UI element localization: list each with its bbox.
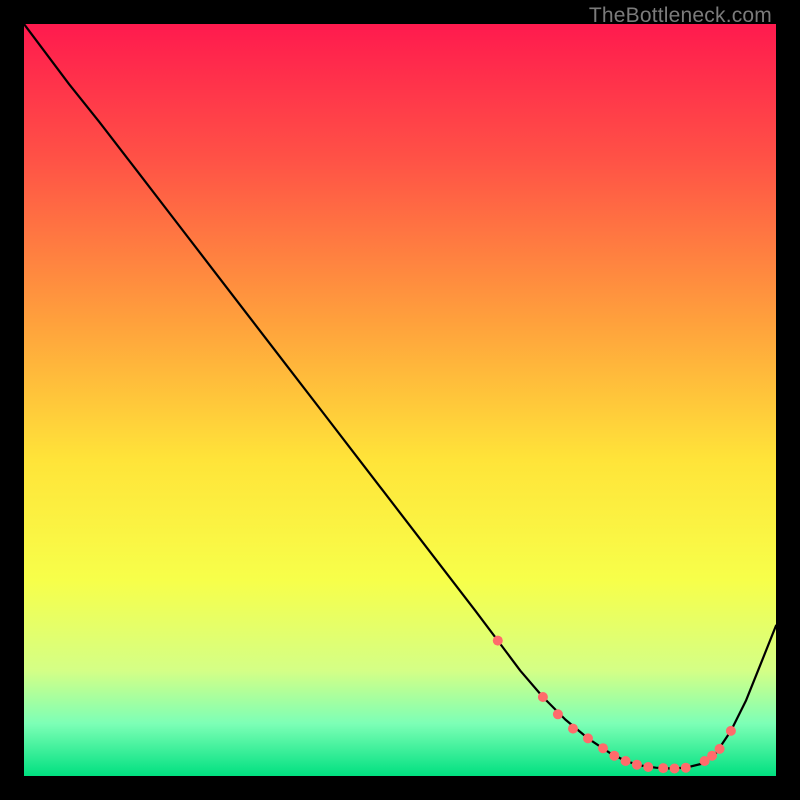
chart-frame (24, 24, 776, 776)
marker-point (658, 763, 668, 773)
watermark-text: TheBottleneck.com (589, 4, 772, 28)
gradient-background (24, 24, 776, 776)
marker-point (621, 756, 631, 766)
marker-point (609, 751, 619, 761)
marker-point (707, 751, 717, 761)
bottleneck-chart (24, 24, 776, 776)
marker-point (553, 709, 563, 719)
marker-point (598, 743, 608, 753)
marker-point (715, 744, 725, 754)
marker-point (670, 764, 680, 774)
marker-point (538, 692, 548, 702)
marker-point (643, 762, 653, 772)
marker-point (632, 760, 642, 770)
marker-point (681, 763, 691, 773)
marker-point (583, 733, 593, 743)
marker-point (568, 724, 578, 734)
marker-point (726, 726, 736, 736)
marker-point (493, 636, 503, 646)
